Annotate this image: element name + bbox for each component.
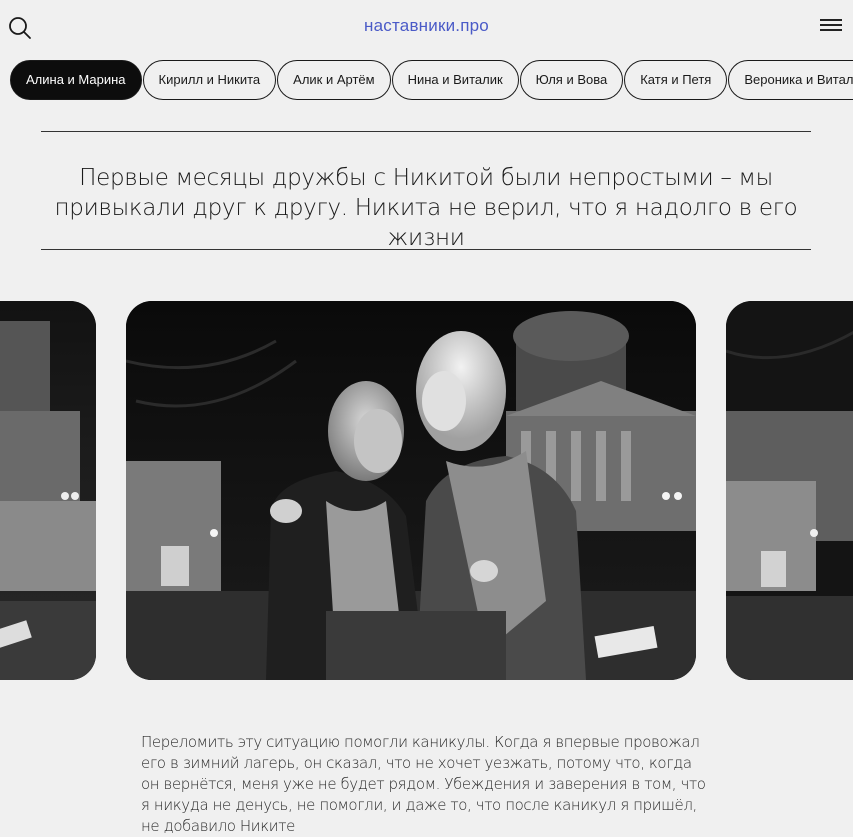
- divider-top: [41, 131, 811, 132]
- site-title[interactable]: наставники.про: [0, 16, 853, 36]
- tab-alik-artem[interactable]: Алик и Артём: [277, 60, 391, 100]
- photo-current[interactable]: [126, 301, 696, 680]
- divider-bottom: [41, 249, 811, 250]
- tab-yulya-vova[interactable]: Юля и Вова: [519, 60, 624, 100]
- hamburger-menu-icon[interactable]: [820, 19, 842, 35]
- tab-veronika-vitalik[interactable]: Вероника и Виталик: [728, 60, 853, 100]
- pull-quote: Первые месяцы дружбы с Никитой были непр…: [54, 165, 798, 251]
- site-header: наставники.про: [0, 0, 853, 56]
- tab-alina-marina[interactable]: Алина и Марина: [10, 60, 142, 100]
- article-paragraph: Переломить эту ситуацию помогли каникулы…: [141, 733, 706, 835]
- photo-previous[interactable]: [0, 301, 96, 680]
- mentor-pairs-tabs: Алина и Марина Кирилл и Никита Алик и Артё…: [10, 60, 853, 101]
- tab-kirill-nikita[interactable]: Кирилл и Никита: [142, 60, 277, 100]
- tab-nina-vitalik[interactable]: Нина и Виталик: [391, 60, 519, 100]
- photo-next[interactable]: [726, 301, 853, 680]
- tab-katya-petya[interactable]: Катя и Петя: [624, 60, 728, 100]
